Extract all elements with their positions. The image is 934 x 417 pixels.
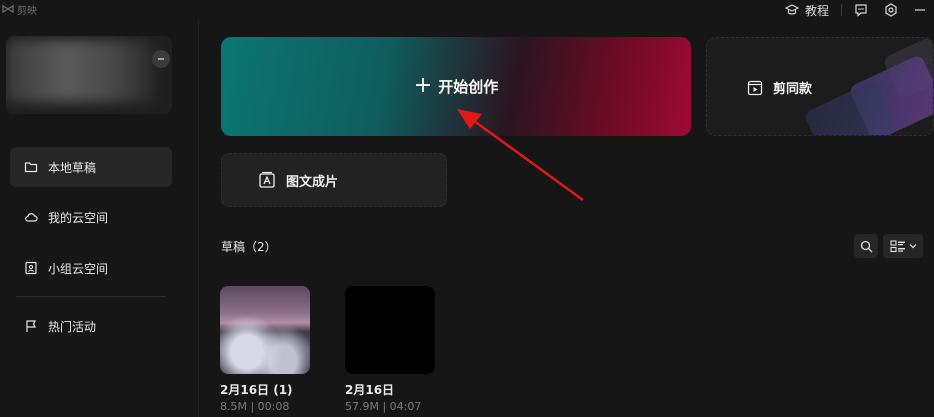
plus-icon: + xyxy=(413,72,433,98)
sidebar-divider xyxy=(16,296,166,297)
template-label-group: 剪同款 xyxy=(747,78,812,97)
search-button[interactable] xyxy=(854,234,878,258)
profile-edit-icon[interactable] xyxy=(152,50,170,68)
folder-icon xyxy=(24,162,38,173)
start-creating-button[interactable]: + 开始创作 xyxy=(221,37,691,136)
flag-icon xyxy=(26,320,36,332)
settings-button[interactable] xyxy=(876,0,906,20)
group-space-icon xyxy=(25,261,37,275)
message-icon xyxy=(855,4,867,17)
sidebar-item-local-drafts[interactable]: 本地草稿 xyxy=(10,147,172,187)
draft-meta: 57.9M | 04:07 xyxy=(345,400,422,413)
feedback-button[interactable] xyxy=(846,0,876,20)
sidebar-item-label: 小组云空间 xyxy=(48,261,109,276)
tutorial-label: 教程 xyxy=(804,3,829,18)
sidebar-item-hot-events[interactable]: 热门活动 xyxy=(10,306,172,346)
capcut-logo-icon xyxy=(2,4,14,14)
draft-name: 2月16日 xyxy=(345,383,395,397)
draft-item[interactable]: 2月16日 (1) 8.5M | 00:08 xyxy=(220,286,310,413)
minimize-icon xyxy=(915,9,925,11)
template-video-icon xyxy=(747,80,763,95)
image-text-icon xyxy=(259,171,275,188)
title-bar: 剪映 教程 xyxy=(0,0,934,20)
sidebar-item-label: 热门活动 xyxy=(48,319,97,334)
profile-card[interactable] xyxy=(6,36,172,114)
sidebar: 本地草稿 我的云空间 小组云空间 热门活动 xyxy=(0,20,199,417)
sidebar-item-label: 我的云空间 xyxy=(48,210,109,225)
view-mode-toggle[interactable] xyxy=(883,234,923,258)
sidebar-item-my-cloud[interactable]: 我的云空间 xyxy=(10,197,172,237)
draft-thumbnail xyxy=(220,286,310,374)
titlebar-actions: 教程 xyxy=(777,0,934,20)
draft-meta: 8.5M | 00:08 xyxy=(220,400,290,413)
minimize-button[interactable] xyxy=(906,0,934,20)
app-logo: 剪映 xyxy=(2,1,37,17)
draft-name: 2月16日 (1) xyxy=(220,383,293,397)
titlebar-divider xyxy=(841,4,842,16)
template-label: 剪同款 xyxy=(773,82,813,97)
start-creating-label: 开始创作 xyxy=(438,78,499,96)
search-icon xyxy=(860,240,872,252)
app-name: 剪映 xyxy=(17,5,37,17)
gear-icon xyxy=(885,3,897,17)
image-text-label: 图文成片 xyxy=(286,174,339,190)
drafts-section-title: 草稿（2） xyxy=(221,240,277,254)
chevron-down-icon xyxy=(909,244,916,249)
tutorial-button[interactable]: 教程 xyxy=(777,0,837,20)
sidebar-item-group-cloud[interactable]: 小组云空间 xyxy=(10,248,172,288)
draft-item[interactable]: 2月16日 57.9M | 04:07 xyxy=(345,286,435,413)
sidebar-item-label: 本地草稿 xyxy=(48,160,97,175)
grid-view-icon xyxy=(889,239,905,252)
draft-thumbnail xyxy=(345,286,435,374)
cloud-icon xyxy=(25,213,38,222)
avatar xyxy=(6,40,154,102)
graduation-cap-icon xyxy=(784,4,799,15)
template-button[interactable]: 剪同款 xyxy=(706,37,934,136)
image-text-video-button[interactable]: 图文成片 xyxy=(221,153,447,207)
